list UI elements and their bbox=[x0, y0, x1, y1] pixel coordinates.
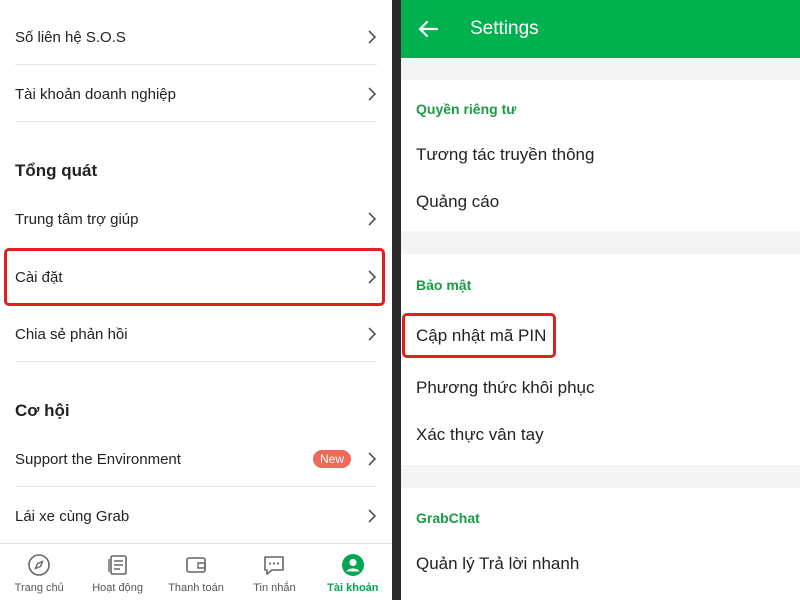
menu-row-label: Tài khoản doanh nghiệp bbox=[15, 85, 176, 103]
section-spacer bbox=[401, 58, 800, 80]
wallet-icon bbox=[186, 557, 206, 573]
compass-icon bbox=[28, 554, 51, 576]
nav-tab-label: Hoạt động bbox=[92, 582, 143, 594]
account-menu-panel: Số liên hệ S.O.S Tài khoản doanh nghiệp … bbox=[0, 0, 392, 600]
chat-icon bbox=[264, 556, 285, 575]
menu-row-help-center[interactable]: Trung tâm trợ giúp bbox=[15, 191, 377, 247]
nav-tab-activity[interactable]: Hoạt động bbox=[78, 544, 156, 600]
menu-row-business-account[interactable]: Tài khoản doanh nghiệp bbox=[15, 66, 377, 122]
divider bbox=[15, 486, 377, 487]
new-badge: New bbox=[312, 450, 351, 468]
highlight-box-update-pin bbox=[402, 313, 556, 358]
section-title-general: Tổng quát bbox=[15, 161, 98, 180]
divider bbox=[15, 64, 377, 65]
chevron-right-icon bbox=[368, 30, 377, 44]
divider bbox=[15, 361, 377, 362]
menu-row-support-environment[interactable]: Support the Environment New bbox=[15, 431, 377, 487]
chevron-right-icon bbox=[368, 452, 377, 466]
settings-app-bar: Settings bbox=[401, 0, 800, 58]
menu-row-sos-contacts[interactable]: Số liên hệ S.O.S bbox=[15, 9, 377, 65]
settings-item-fingerprint[interactable]: Xác thực vân tay bbox=[416, 425, 544, 445]
menu-row-share-feedback[interactable]: Chia sẻ phản hồi bbox=[15, 306, 377, 362]
section-title-opportunity: Cơ hội bbox=[15, 401, 70, 420]
nav-tab-label: Tài khoản bbox=[327, 582, 379, 594]
section-spacer bbox=[401, 231, 800, 254]
section-heading-grabchat: GrabChat bbox=[416, 510, 480, 526]
account-icon bbox=[341, 554, 364, 576]
nav-tab-label: Trang chủ bbox=[14, 582, 64, 594]
chevron-right-icon bbox=[368, 212, 377, 226]
settings-item-recovery-method[interactable]: Phương thức khôi phục bbox=[416, 378, 595, 398]
menu-row-label: Chia sẻ phản hồi bbox=[15, 325, 128, 343]
menu-row-label: Số liên hệ S.O.S bbox=[15, 28, 126, 46]
menu-row-label: Support the Environment bbox=[15, 450, 181, 468]
bottom-navigation: Trang chủ Hoạt động Thanh toán Tin nhắn bbox=[0, 543, 392, 600]
menu-row-drive-with-grab[interactable]: Lái xe cùng Grab bbox=[15, 488, 377, 544]
back-arrow-icon[interactable] bbox=[417, 18, 439, 40]
nav-tab-messages[interactable]: Tin nhắn bbox=[235, 544, 313, 600]
nav-tab-label: Thanh toán bbox=[168, 582, 224, 594]
highlight-box-settings bbox=[4, 248, 385, 306]
section-spacer bbox=[401, 465, 800, 488]
chevron-right-icon bbox=[368, 327, 377, 341]
nav-tab-payment[interactable]: Thanh toán bbox=[157, 544, 235, 600]
nav-tab-account[interactable]: Tài khoản bbox=[314, 544, 392, 600]
settings-item-advertising[interactable]: Quảng cáo bbox=[416, 192, 499, 212]
nav-tab-label: Tin nhắn bbox=[253, 582, 296, 594]
chevron-right-icon bbox=[368, 87, 377, 101]
nav-tab-home[interactable]: Trang chủ bbox=[0, 544, 78, 600]
section-heading-privacy: Quyền riêng tư bbox=[416, 101, 517, 117]
settings-item-quick-replies[interactable]: Quản lý Trả lời nhanh bbox=[416, 554, 579, 574]
page-title: Settings bbox=[470, 18, 539, 39]
settings-item-media-interaction[interactable]: Tương tác truyền thông bbox=[416, 145, 594, 165]
section-heading-security: Bảo mật bbox=[416, 277, 472, 293]
divider bbox=[15, 121, 377, 122]
settings-panel: Settings Quyền riêng tư Tương tác truyền… bbox=[401, 0, 800, 600]
menu-row-label: Trung tâm trợ giúp bbox=[15, 210, 139, 228]
menu-row-label: Lái xe cùng Grab bbox=[15, 507, 130, 525]
chevron-right-icon bbox=[368, 509, 377, 523]
document-icon bbox=[107, 555, 127, 575]
